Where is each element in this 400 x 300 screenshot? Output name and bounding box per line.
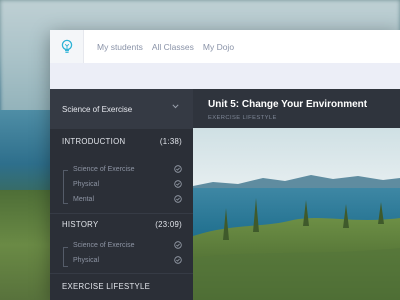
lesson-item[interactable]: Mental [72,195,182,203]
section-divider [50,273,193,274]
lightbulb-icon [61,39,72,53]
section-introduction[interactable]: INTRODUCTION (1:38) [62,137,182,146]
lesson-group-bracket [63,170,69,204]
section-divider [50,213,193,214]
lesson-label: Physical [73,180,100,188]
nav-all-classes[interactable]: All Classes [152,42,194,52]
chevron-down-icon [172,104,179,109]
lesson-label: Science of Exercise [73,165,135,173]
course-selector-label: Science of Exercise [62,104,133,114]
lesson-item[interactable]: Physical [72,256,182,264]
app-window: My students All Classes My Dojo Science … [50,30,400,300]
lesson-content: Unit 5: Change Your Environment EXERCISE… [193,89,400,300]
lesson-group-bracket [63,247,69,267]
lesson-item[interactable]: Science of Exercise [72,241,182,249]
lesson-media[interactable] [193,128,400,300]
logo[interactable] [50,30,84,63]
section-title: HISTORY [62,220,99,229]
landscape-image [193,128,400,300]
nav-my-students[interactable]: My students [97,42,143,52]
check-circle-icon [174,195,182,203]
top-navigation-bar: My students All Classes My Dojo [50,30,400,63]
section-title: EXERCISE LIFESTYLE [62,282,151,291]
check-circle-icon [174,241,182,249]
course-selector[interactable]: Science of Exercise [50,89,193,129]
main-nav: My students All Classes My Dojo [97,30,234,63]
lesson-label: Mental [73,195,95,203]
check-circle-icon [174,180,182,188]
lesson-item[interactable]: Physical [72,180,182,188]
unit-category: EXERCISE LIFESTYLE [208,115,277,121]
check-circle-icon [174,256,182,264]
nav-my-dojo[interactable]: My Dojo [203,42,234,52]
section-duration: (1:38) [159,137,182,146]
check-circle-icon [174,165,182,173]
lesson-label: Physical [73,256,100,264]
section-title: INTRODUCTION [62,137,126,146]
section-exercise-lifestyle[interactable]: EXERCISE LIFESTYLE [62,282,182,291]
lesson-label: Science of Exercise [73,241,135,249]
course-sidebar: Science of Exercise INTRODUCTION (1:38) … [50,89,193,300]
sub-header-bar [50,63,400,89]
section-duration: (23:09) [155,220,182,229]
unit-header: Unit 5: Change Your Environment EXERCISE… [193,89,400,128]
unit-title: Unit 5: Change Your Environment [208,99,368,110]
section-history[interactable]: HISTORY (23:09) [62,220,182,229]
lesson-item[interactable]: Science of Exercise [72,165,182,173]
